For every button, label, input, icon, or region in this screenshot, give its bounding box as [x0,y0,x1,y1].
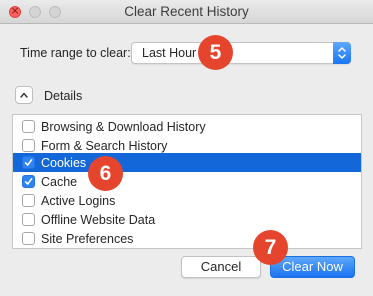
list-item-cache[interactable]: Cache [13,172,361,191]
step-7-badge: 7 [253,230,288,265]
checkmark-icon [24,178,33,185]
form-history-checkbox[interactable] [22,139,35,152]
list-item-site-preferences[interactable]: Site Preferences [13,229,361,248]
list-item-label: Form & Search History [41,139,168,153]
offline-data-checkbox[interactable] [22,213,35,226]
chevron-up-icon [20,92,28,98]
step-5-badge: 5 [198,35,233,70]
list-item-label: Browsing & Download History [41,120,206,134]
site-preferences-checkbox[interactable] [22,232,35,245]
list-item-label: Cache [41,175,78,189]
list-item-label: Active Logins [41,194,116,208]
window-title: Clear Recent History [124,4,249,19]
list-item-cookies[interactable]: Cookies [13,153,361,172]
list-item-offline-data[interactable]: Offline Website Data [13,210,361,229]
select-arrows-icon [333,42,351,64]
step-6-badge: 6 [88,156,123,191]
history-items-list: Browsing & Download History Form & Searc… [12,114,362,249]
checkmark-icon [24,159,33,166]
list-item-active-logins[interactable]: Active Logins [13,191,361,210]
time-range-label: Time range to clear: [20,46,131,60]
time-range-select[interactable]: Last Hour [131,42,351,64]
cache-checkbox[interactable] [22,175,35,188]
list-item-label: Cookies [41,156,87,170]
cookies-checkbox[interactable] [22,156,35,169]
list-item-label: Offline Website Data [41,213,156,227]
time-range-value: Last Hour [142,46,197,60]
cancel-button[interactable]: Cancel [181,256,261,278]
active-logins-checkbox[interactable] [22,194,35,207]
details-toggle-button[interactable] [15,86,33,104]
title-bar: × Clear Recent History [0,0,373,24]
list-item-label: Site Preferences [41,232,134,246]
details-label: Details [44,89,83,103]
browsing-history-checkbox[interactable] [22,120,35,133]
list-item-browsing-history[interactable]: Browsing & Download History [13,117,361,136]
